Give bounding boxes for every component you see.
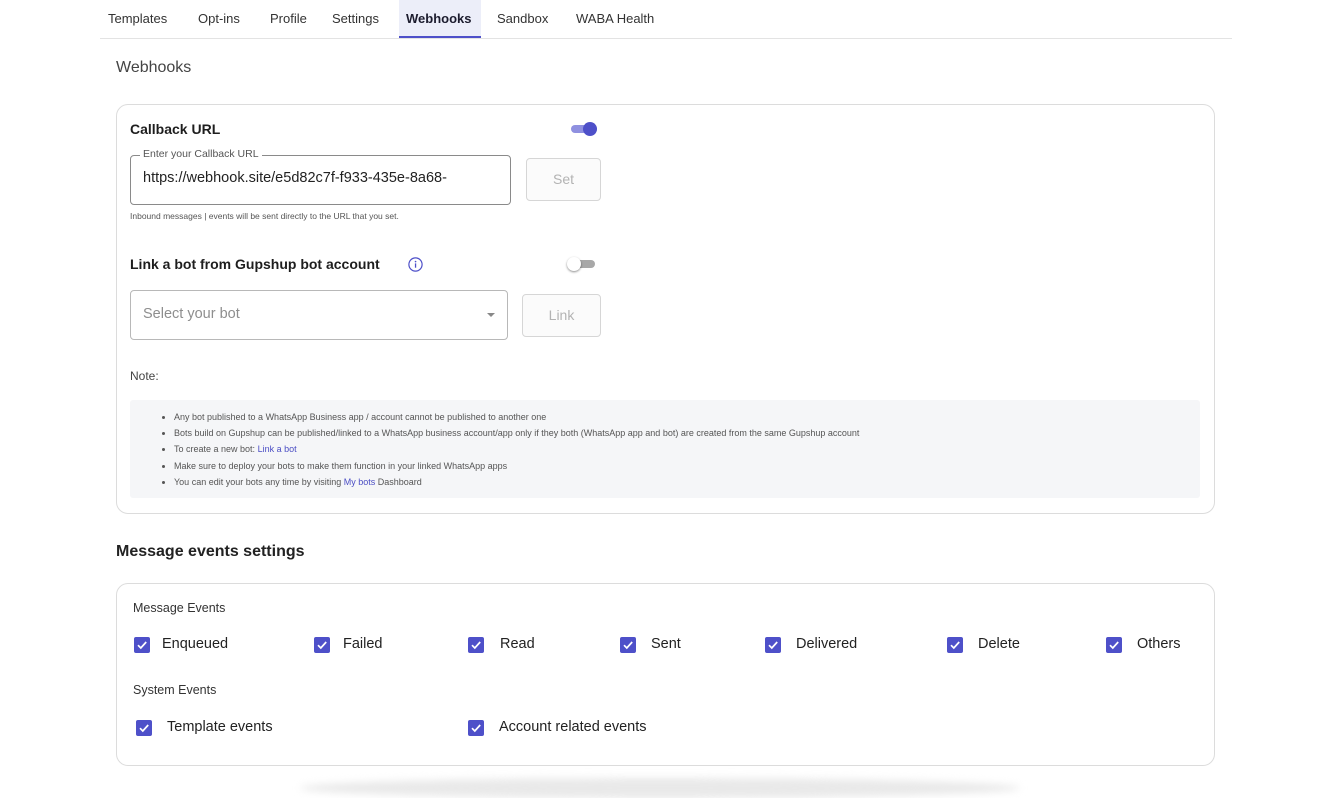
info-icon[interactable] [408, 257, 423, 272]
link-button[interactable]: Link [522, 294, 601, 337]
link-bot-title: Link a bot from Gupshup bot account [130, 256, 380, 272]
note-item: Bots build on Gupshup can be published/l… [174, 425, 859, 441]
tab-opt-ins[interactable]: Opt-ins [191, 0, 247, 38]
events-card [116, 583, 1215, 766]
delivered-label: Delivered [796, 636, 858, 652]
checkbox-delivered[interactable] [765, 637, 781, 653]
message-events-label: Message Events [133, 601, 226, 615]
callback-url-title: Callback URL [130, 121, 221, 137]
tab-webhooks[interactable]: Webhooks [399, 0, 481, 38]
checkbox-template-events[interactable] [136, 720, 152, 736]
checkbox-enqueued[interactable] [134, 637, 150, 653]
tab-settings[interactable]: Settings [325, 0, 386, 38]
note-item: Any bot published to a WhatsApp Business… [174, 409, 859, 425]
note-list: Any bot published to a WhatsApp Business… [130, 409, 859, 490]
my-bots-link[interactable]: My bots [344, 477, 376, 487]
callback-url-value: https://webhook.site/e5d82c7f-f933-435e-… [143, 170, 447, 186]
link-a-bot-link[interactable]: Link a bot [258, 444, 297, 454]
bottom-shadow [300, 778, 1020, 798]
sent-label: Sent [651, 636, 681, 652]
checkbox-others[interactable] [1106, 637, 1122, 653]
tab-templates[interactable]: Templates [101, 0, 174, 38]
page-title: Webhooks [116, 59, 192, 76]
delete-label: Delete [978, 636, 1020, 652]
callback-url-field-label: Enter your Callback URL [140, 148, 262, 160]
tab-profile[interactable]: Profile [263, 0, 314, 38]
bot-select-placeholder: Select your bot [143, 306, 240, 322]
failed-label: Failed [343, 636, 383, 652]
callback-helper-text: Inbound messages | events will be sent d… [130, 211, 399, 221]
template-events-label: Template events [167, 719, 273, 735]
link-bot-toggle[interactable] [566, 256, 598, 274]
tab-waba-health[interactable]: WABA Health [569, 0, 661, 38]
bot-select[interactable]: Select your bot [130, 290, 508, 340]
message-events-title: Message events settings [116, 543, 305, 560]
callback-toggle[interactable] [570, 121, 600, 139]
checkbox-read[interactable] [468, 637, 484, 653]
checkbox-account-events[interactable] [468, 720, 484, 736]
checkbox-delete[interactable] [947, 637, 963, 653]
note-item: To create a new bot: Link a bot [174, 441, 859, 457]
note-label: Note: [130, 369, 159, 383]
read-label: Read [500, 636, 535, 652]
note-box: Any bot published to a WhatsApp Business… [130, 400, 1200, 498]
system-events-label: System Events [133, 683, 217, 697]
account-events-label: Account related events [499, 719, 647, 735]
chevron-down-icon [487, 313, 495, 317]
checkbox-failed[interactable] [314, 637, 330, 653]
note-item: Make sure to deploy your bots to make th… [174, 458, 859, 474]
note-item: You can edit your bots any time by visit… [174, 474, 859, 490]
checkbox-sent[interactable] [620, 637, 636, 653]
tab-sandbox[interactable]: Sandbox [490, 0, 555, 38]
tab-bar: Templates Opt-ins Profile Settings Webho… [100, 0, 1232, 39]
set-button[interactable]: Set [526, 158, 601, 201]
callback-url-input[interactable]: Enter your Callback URL https://webhook.… [130, 148, 511, 205]
enqueued-label: Enqueued [162, 636, 229, 652]
others-label: Others [1137, 636, 1181, 652]
